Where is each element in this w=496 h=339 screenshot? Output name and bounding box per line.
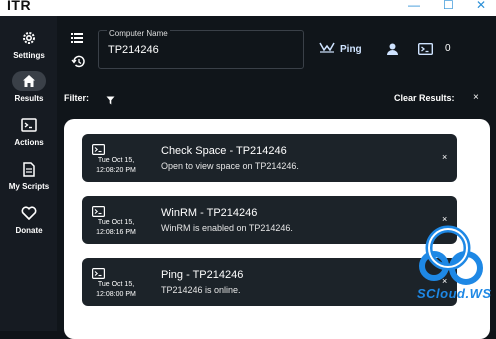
- result-card[interactable]: Tue Oct 15, 12:08:16 PM WinRM - TP214246…: [82, 196, 457, 244]
- result-description: WinRM is enabled on TP214246.: [161, 223, 293, 233]
- home-icon: [12, 71, 46, 91]
- close-window-button[interactable]: ✕: [476, 0, 486, 12]
- result-time: 12:08:00 PM: [96, 291, 136, 298]
- clear-results-label: Clear Results:: [394, 93, 455, 103]
- result-title: Ping - TP214246: [161, 269, 244, 281]
- result-description: Open to view space on TP214246.: [161, 161, 299, 171]
- nav-label-my-scripts: My Scripts: [8, 182, 50, 191]
- gear-icon: [12, 28, 46, 48]
- computer-name-value[interactable]: TP214246: [108, 44, 159, 56]
- nav-label-actions: Actions: [14, 138, 44, 147]
- nav-item-actions[interactable]: Actions: [4, 115, 54, 151]
- nav-label-donate: Donate: [15, 226, 43, 235]
- minimize-button[interactable]: —: [408, 0, 420, 12]
- result-time: 12:08:20 PM: [96, 167, 136, 174]
- result-time: 12:08:16 PM: [96, 229, 136, 236]
- nav-item-results[interactable]: Results: [4, 71, 54, 107]
- nav-item-my-scripts[interactable]: My Scripts: [4, 159, 54, 195]
- result-card[interactable]: Tue Oct 15, 12:08:00 PM Ping - TP214246 …: [82, 258, 457, 306]
- nav-item-settings[interactable]: Settings: [4, 28, 54, 64]
- result-timestamp: Tue Oct 15, 12:08:00 PM: [88, 280, 144, 300]
- user-icon[interactable]: [387, 42, 398, 60]
- result-title: Check Space - TP214246: [161, 145, 287, 157]
- title-bar: ITR — ☐ ✕: [0, 0, 496, 16]
- maximize-button[interactable]: ☐: [443, 0, 454, 12]
- computer-name-field[interactable]: Computer Name TP214246: [98, 29, 304, 69]
- clear-results-button[interactable]: ×: [473, 92, 479, 103]
- ping-icon: [319, 42, 335, 56]
- result-description: TP214246 is online.: [161, 285, 241, 295]
- watermark-text: SCloud.WS: [417, 286, 492, 301]
- heart-icon: [12, 203, 46, 223]
- ping-button[interactable]: Ping: [319, 42, 362, 56]
- nav-label-results: Results: [14, 94, 44, 103]
- document-icon: [12, 159, 46, 179]
- sidebar-nav: Settings Results Actions My Scripts Dona…: [0, 16, 57, 331]
- computer-name-caption: Computer Name: [107, 29, 170, 38]
- history-icon[interactable]: [71, 55, 85, 73]
- result-title: WinRM - TP214246: [161, 207, 258, 219]
- nav-label-settings: Settings: [13, 51, 45, 60]
- nav-item-donate[interactable]: Donate: [4, 203, 54, 239]
- session-count: 0: [445, 43, 451, 54]
- dismiss-result-button[interactable]: ×: [442, 152, 447, 162]
- menu-icon[interactable]: [71, 30, 83, 48]
- result-date: Tue Oct 15,: [97, 219, 135, 226]
- result-date: Tue Oct 15,: [97, 157, 135, 164]
- filter-icon[interactable]: [106, 92, 115, 110]
- result-timestamp: Tue Oct 15, 12:08:20 PM: [88, 156, 144, 176]
- ping-label: Ping: [340, 43, 362, 55]
- app-title: ITR: [7, 0, 32, 13]
- result-date: Tue Oct 15,: [97, 281, 135, 288]
- result-card[interactable]: Tue Oct 15, 12:08:20 PM Check Space - TP…: [82, 134, 457, 182]
- result-timestamp: Tue Oct 15, 12:08:16 PM: [88, 218, 144, 238]
- filter-label: Filter:: [64, 93, 90, 103]
- terminal-icon[interactable]: [417, 42, 434, 60]
- terminal-icon: [12, 115, 46, 135]
